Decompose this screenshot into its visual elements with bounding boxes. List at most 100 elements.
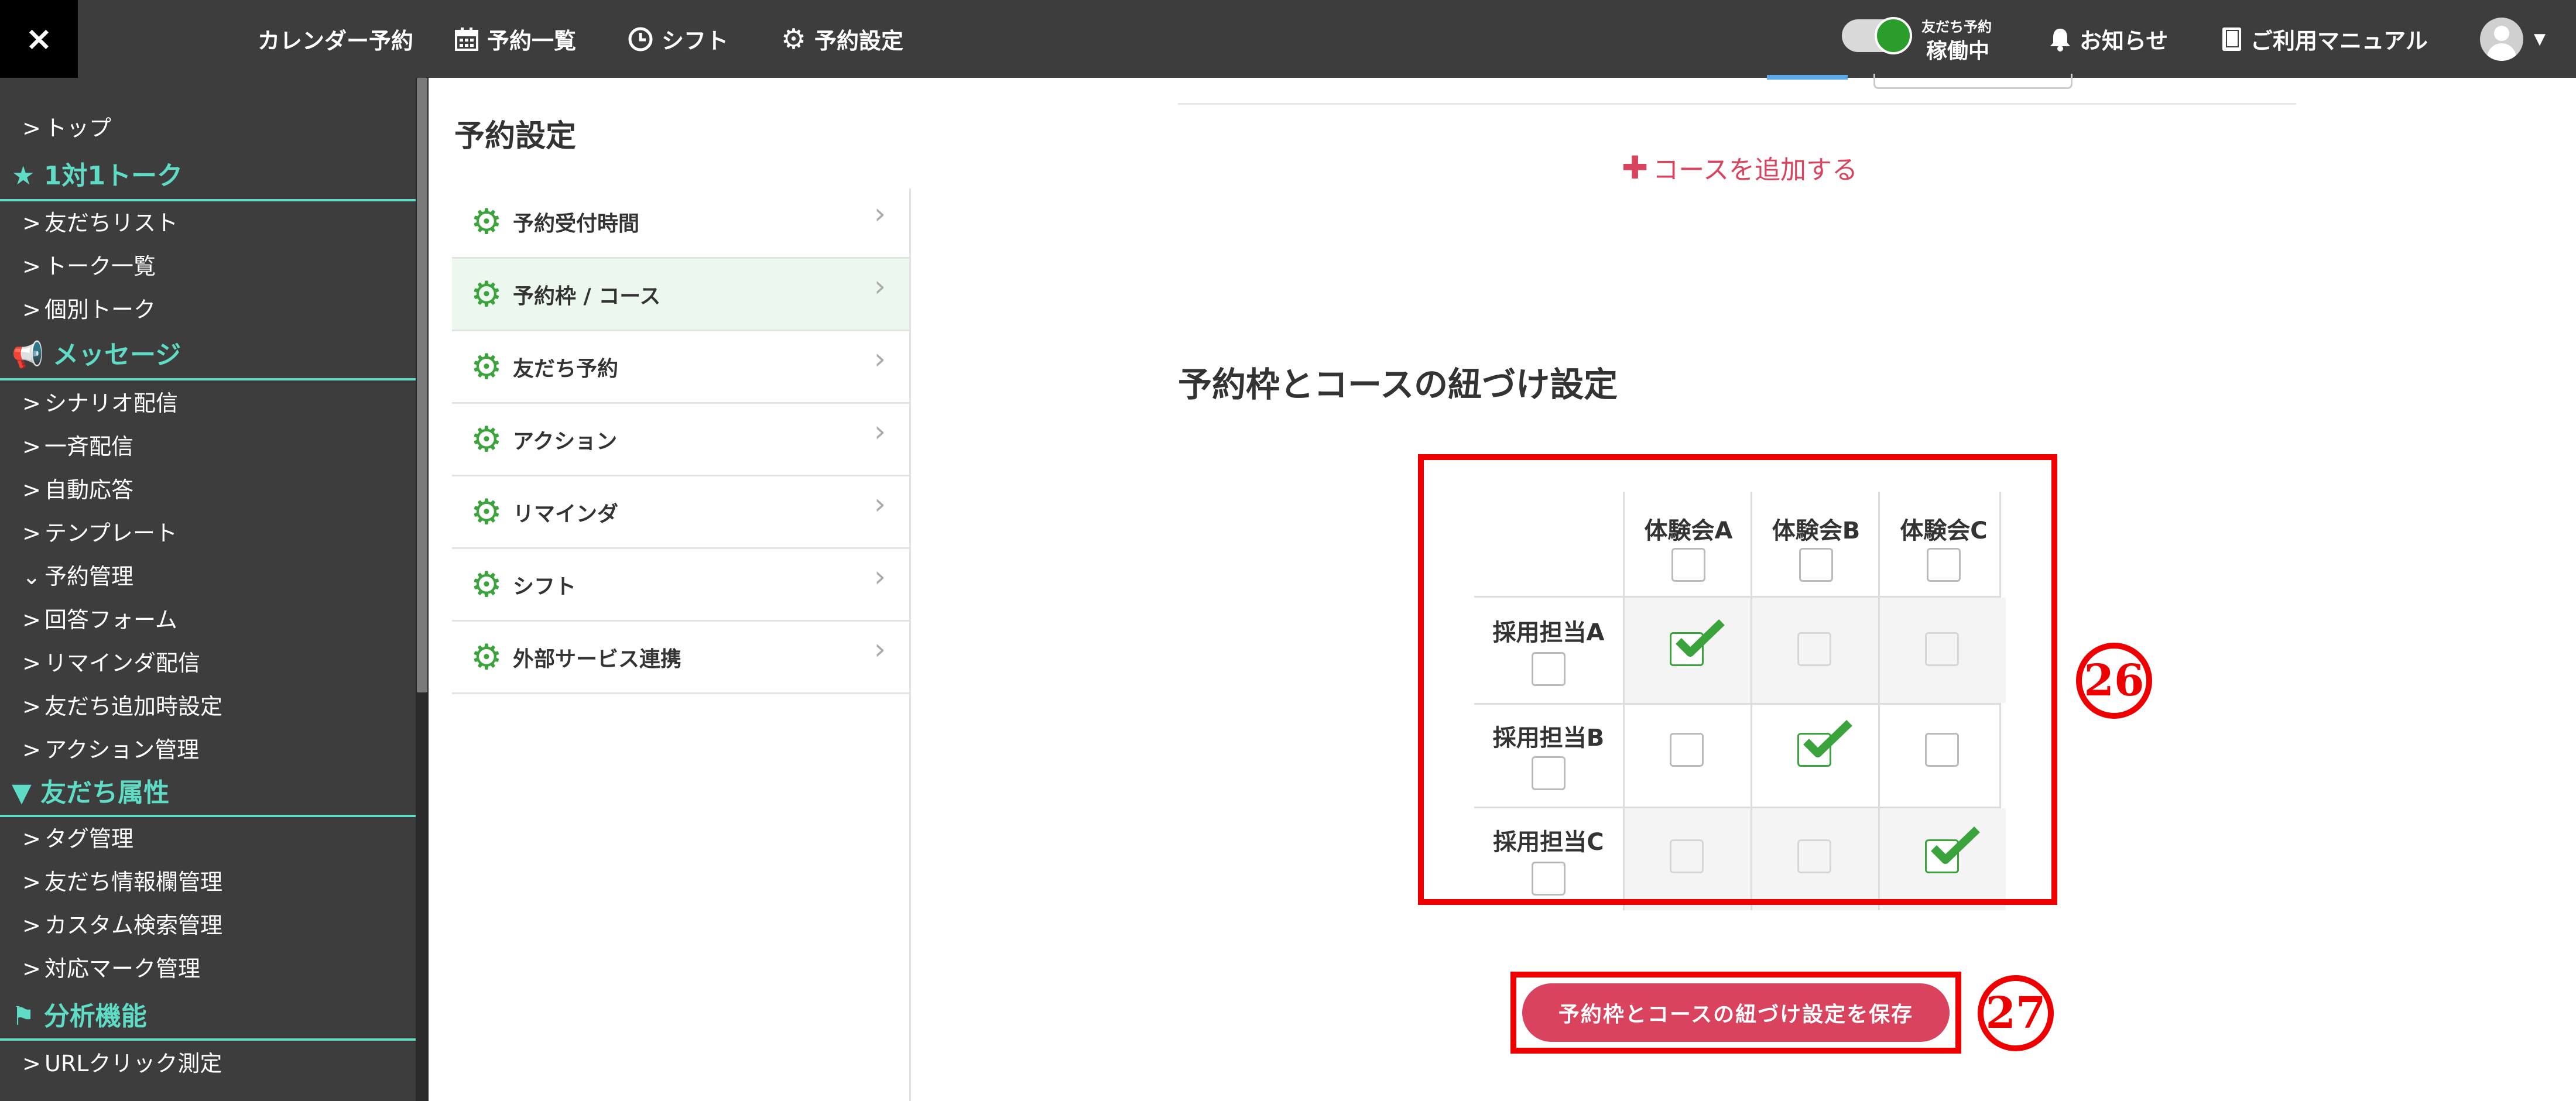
nav-label: 予約設定 xyxy=(814,28,904,54)
gear-icon: ⚙ xyxy=(471,201,502,242)
sidebar-head-label: 1対1トーク xyxy=(43,161,183,191)
sidebar-item-answer-form[interactable]: > 回答フォーム xyxy=(22,602,177,634)
settings-menu-slot-course[interactable]: ⚙ 予約枠 / コース › xyxy=(452,259,909,331)
chevron-right-icon: > xyxy=(22,869,41,895)
sidebar-item-auto-reply[interactable]: > 自動応答 xyxy=(22,472,133,504)
top-bar: × カレンダー予約 予約一覧 シフト ⚙ 予約設定 友だち予約 稼働中 お知らせ… xyxy=(0,0,2576,78)
section-title: 予約枠とコースの紐づけ設定 xyxy=(1178,365,1618,404)
sidebar-item-label: タグ管理 xyxy=(44,826,134,852)
sidebar-item-label: 友だち追加時設定 xyxy=(44,694,223,719)
partial-button-edge xyxy=(1767,75,1848,80)
annotation-number: 27 xyxy=(1978,975,2054,1051)
avatar-head xyxy=(2494,26,2509,41)
gear-icon: ⚙ xyxy=(471,273,502,315)
settings-menu-external-service[interactable]: ⚙ 外部サービス連携 › xyxy=(452,622,909,694)
toggle-knob xyxy=(1875,17,1912,54)
settings-menu-reminder[interactable]: ⚙ リマインダ › xyxy=(452,476,909,549)
chevron-right-icon: > xyxy=(22,210,41,236)
sidebar-item-label: 友だちリスト xyxy=(44,210,179,236)
nav-booking-settings[interactable]: ⚙ 予約設定 xyxy=(781,0,903,78)
chevron-right-icon: › xyxy=(874,560,886,594)
manual-link[interactable]: ご利用マニュアル xyxy=(2221,0,2428,78)
flag-icon: ⚑ xyxy=(12,1001,35,1031)
chevron-right-icon: › xyxy=(874,414,886,448)
sidebar-item-label: 個別トーク xyxy=(44,297,156,323)
settings-menu-action[interactable]: ⚙ アクション › xyxy=(452,404,909,476)
sidebar-item-scenario[interactable]: > シナリオ配信 xyxy=(22,385,178,417)
gear-icon: ⚙ xyxy=(471,346,502,387)
chevron-right-icon: › xyxy=(874,632,886,666)
sidebar-item-label: テンプレート xyxy=(44,520,177,546)
chevron-right-icon: > xyxy=(22,956,41,982)
chevron-right-icon: > xyxy=(22,434,41,459)
sidebar-item-individual-talk[interactable]: > 個別トーク xyxy=(22,291,156,324)
menu-column-border xyxy=(909,188,911,1101)
clock-icon xyxy=(628,27,653,51)
sidebar-item-custom-search[interactable]: > カスタム検索管理 xyxy=(22,907,222,939)
toggle-status-text: 稼働中 xyxy=(1926,39,1990,63)
nav-calendar-booking[interactable]: カレンダー予約 xyxy=(258,0,413,78)
gear-icon: ⚙ xyxy=(781,22,807,56)
chevron-right-icon: > xyxy=(22,650,41,676)
add-course-link[interactable]: ✚ コースを追加する xyxy=(1622,149,1858,186)
page-title: 予約設定 xyxy=(454,119,577,154)
sidebar-item-label: カスタム検索管理 xyxy=(44,913,223,938)
manual-label: ご利用マニュアル xyxy=(2250,28,2428,54)
sidebar-item-friend-list[interactable]: > 友だちリスト xyxy=(22,205,178,237)
sidebar-item-friend-add-settings[interactable]: > 友だち追加時設定 xyxy=(22,688,222,721)
sidebar-item-label: アクション管理 xyxy=(44,737,200,763)
plus-icon: ✚ xyxy=(1622,149,1649,186)
sidebar-head-analysis: ⚑ 分析機能 xyxy=(12,995,147,1033)
sidebar-item-action-management[interactable]: > アクション管理 xyxy=(22,732,199,764)
sidebar-item-label: 一斉配信 xyxy=(44,434,134,459)
sidebar-item-url-click[interactable]: > URLクリック測定 xyxy=(22,1045,222,1078)
chevron-right-icon: › xyxy=(874,197,886,231)
menu-label: 予約枠 / コース xyxy=(513,284,661,308)
sidebar-item-mark[interactable]: > 対応マーク管理 xyxy=(22,951,200,983)
nav-booking-list[interactable]: 予約一覧 xyxy=(454,0,576,78)
bell-icon xyxy=(2050,28,2070,52)
menu-label: アクション xyxy=(513,429,618,454)
avatar[interactable] xyxy=(2480,18,2523,61)
sidebar-item-top[interactable]: > トップ xyxy=(22,110,111,142)
nav-label: カレンダー予約 xyxy=(258,28,414,54)
menu-label: リマインダ xyxy=(513,502,619,526)
notice-label: お知らせ xyxy=(2080,28,2169,54)
sidebar-item-broadcast[interactable]: > 一斉配信 xyxy=(22,428,133,461)
sidebar-head-talk: ★ 1対1トーク xyxy=(12,155,183,192)
sidebar-head-friend-attr: ▼ 友だち属性 xyxy=(12,771,169,809)
settings-menu-reception-time[interactable]: ⚙ 予約受付時間 › xyxy=(452,186,909,259)
sidebar-item-template[interactable]: > テンプレート xyxy=(22,515,177,547)
sidebar-item-label: URLクリック測定 xyxy=(44,1051,222,1076)
chevron-right-icon: > xyxy=(22,913,41,938)
sidebar-head-label: 分析機能 xyxy=(43,1001,147,1031)
booking-status-toggle[interactable] xyxy=(1842,17,1912,54)
sidebar-item-friend-info[interactable]: > 友だち情報欄管理 xyxy=(22,864,222,896)
nav-label: 予約一覧 xyxy=(487,28,577,54)
sidebar-item-talk-list[interactable]: > トーク一覧 xyxy=(22,248,156,280)
sidebar-scrollbar-thumb[interactable] xyxy=(417,78,427,692)
book-icon xyxy=(2222,27,2241,51)
sidebar-item-tag[interactable]: > タグ管理 xyxy=(22,821,133,853)
chevron-right-icon: > xyxy=(22,1051,41,1076)
sidebar-item-label: 予約管理 xyxy=(44,564,134,589)
sidebar-divider xyxy=(0,1038,416,1041)
notice-link[interactable]: お知らせ xyxy=(2049,0,2168,78)
toggle-caption: 友だち予約 xyxy=(1921,19,1992,35)
settings-menu-friend-booking[interactable]: ⚙ 友だち予約 › xyxy=(452,331,909,404)
sidebar-item-reminder[interactable]: > リマインダ配信 xyxy=(22,645,200,677)
sidebar-item-label: 自動応答 xyxy=(44,477,134,503)
save-link-settings-button[interactable]: 予約枠とコースの紐づけ設定を保存 xyxy=(1522,983,1950,1042)
sidebar-item-booking-management[interactable]: ⌄ 予約管理 xyxy=(22,558,133,591)
calendar-icon xyxy=(455,27,478,51)
sidebar-item-label: トーク一覧 xyxy=(44,253,156,279)
nav-label: シフト xyxy=(662,28,729,54)
chevron-right-icon: > xyxy=(22,390,41,416)
chevron-down-icon[interactable]: ▼ xyxy=(2534,30,2546,48)
chevron-right-icon: > xyxy=(22,607,41,633)
sidebar-head-message: 📢 メッセージ xyxy=(12,334,181,371)
settings-menu-shift[interactable]: ⚙ シフト › xyxy=(452,549,909,622)
chevron-right-icon: > xyxy=(22,115,41,141)
close-icon[interactable]: × xyxy=(0,0,78,78)
nav-shift[interactable]: シフト xyxy=(628,0,728,78)
